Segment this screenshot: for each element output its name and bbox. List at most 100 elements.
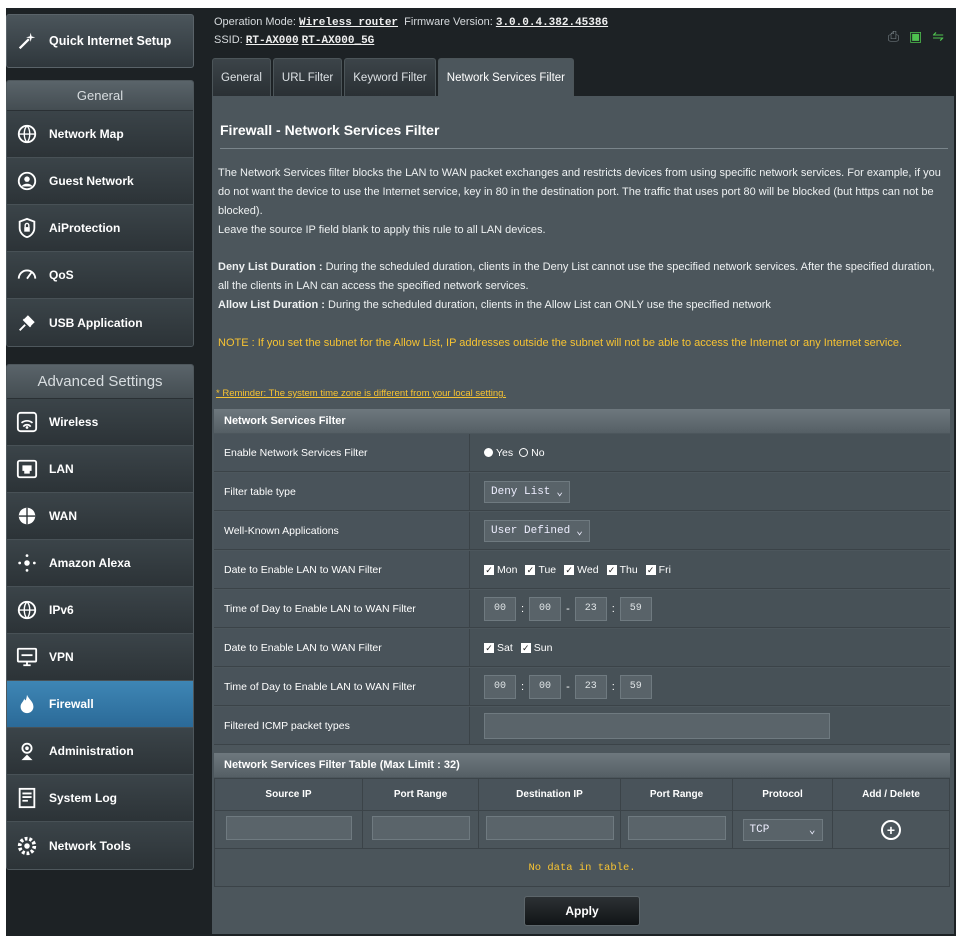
source-ip-input[interactable] xyxy=(225,816,352,840)
weekday-row: Date to Enable LAN to WAN Filter ✓ Mon ✓ T… xyxy=(214,551,950,589)
weekday-time-row: Time of Day to Enable LAN to WAN Filter … xyxy=(214,590,950,628)
sun-checkbox[interactable]: ✓ Sun xyxy=(520,642,552,654)
mon-checkbox[interactable]: ✓ Mon xyxy=(484,564,517,576)
firmware-version-link[interactable]: 3.0.0.4.382.45386 xyxy=(496,17,608,29)
no-label: No xyxy=(531,446,545,459)
destination-ip-input[interactable] xyxy=(485,816,614,840)
ssid-5g-link[interactable]: RT-AX000_5G xyxy=(302,35,375,47)
enable-filter-row: Enable Network Services Filter Yes No xyxy=(214,434,950,472)
well-known-apps-select[interactable]: User Defined ⌄ xyxy=(484,519,590,542)
apply-button[interactable]: Apply xyxy=(524,896,640,926)
sidebar-item-label: Amazon Alexa xyxy=(49,556,131,570)
sidebar-item-wireless[interactable]: Wireless xyxy=(7,399,193,446)
sidebar-item-administration[interactable]: Administration xyxy=(7,728,193,775)
tab-url-filter[interactable]: URL Filter xyxy=(272,58,343,96)
sidebar-item-label: LAN xyxy=(49,462,74,476)
weekend-start-minute-input[interactable]: 00 xyxy=(529,674,562,699)
page-title: Firewall - Network Services Filter xyxy=(220,122,440,138)
filter-type-label: Filter table type xyxy=(214,473,470,510)
sidebar-item-label: System Log xyxy=(49,791,118,805)
network-status-icon[interactable]: ▣ xyxy=(909,28,922,45)
sidebar-item-ipv6[interactable]: IPv6 xyxy=(7,587,193,634)
destination-port-range-input[interactable] xyxy=(627,816,726,840)
filter-table-header: Network Services Filter Table (Max Limit… xyxy=(214,753,950,777)
check-icon: ✓ xyxy=(525,564,536,575)
filter-type-select[interactable]: Deny List ⌄ xyxy=(484,480,571,503)
operation-mode-link[interactable]: Wireless router xyxy=(299,17,398,29)
tue-checkbox[interactable]: ✓ Tue xyxy=(525,564,556,576)
enable-no-radio[interactable]: No xyxy=(519,446,545,459)
tue-label: Tue xyxy=(538,563,557,576)
sidebar-item-usb-application[interactable]: USB Application xyxy=(7,299,193,346)
sidebar-item-lan[interactable]: LAN xyxy=(7,446,193,493)
fri-checkbox[interactable]: ✓ Fri xyxy=(645,564,671,576)
protocol-value: TCP xyxy=(749,823,770,836)
tab-keyword-filter[interactable]: Keyword Filter xyxy=(344,58,436,96)
sidebar-item-label: Network Tools xyxy=(49,838,131,853)
sidebar-item-system-log[interactable]: System Log xyxy=(7,775,193,822)
sidebar-item-vpn[interactable]: VPN xyxy=(7,634,193,681)
sidebar-item-label: Wireless xyxy=(49,415,99,429)
network-services-filter-header: Network Services Filter xyxy=(214,409,950,433)
well-known-apps-label: Well-Known Applications xyxy=(214,512,470,549)
source-port-range-input[interactable] xyxy=(371,816,470,840)
allow-list-label: Allow List Duration : xyxy=(218,299,325,311)
weekday-end-minute-input[interactable]: 59 xyxy=(619,596,652,621)
filter-type-value: Deny List xyxy=(491,485,551,498)
sidebar-item-label: QoS xyxy=(49,268,74,282)
gear-icon xyxy=(15,834,39,858)
icmp-types-input[interactable] xyxy=(484,712,830,739)
time-zone-reminder-link[interactable]: * Reminder: The system time zone is diff… xyxy=(216,388,506,399)
usb-status-icon[interactable]: ⇋ xyxy=(932,28,944,45)
ipv6-globe-icon xyxy=(15,598,39,622)
tab-general[interactable]: General xyxy=(212,58,271,96)
wed-label: Wed xyxy=(577,563,599,576)
sat-checkbox[interactable]: ✓ Sat xyxy=(484,642,513,654)
add-plus-icon[interactable]: + xyxy=(881,819,901,840)
weekend-row: Date to Enable LAN to WAN Filter ✓ Sat ✓ S… xyxy=(214,629,950,667)
allow-list-text: During the scheduled duration, clients i… xyxy=(328,299,771,311)
sidebar-item-network-tools[interactable]: Network Tools xyxy=(7,822,193,869)
check-icon: ✓ xyxy=(606,564,617,575)
protocol-select[interactable]: TCP ⌄ xyxy=(742,818,823,841)
tab-network-services-filter[interactable]: Network Services Filter xyxy=(437,58,574,96)
weekend-start-hour-input[interactable]: 00 xyxy=(484,674,516,699)
firewall-tabs: General URL Filter Keyword Filter Networ… xyxy=(212,58,574,96)
icmp-row: Filtered ICMP packet types xyxy=(214,707,950,745)
sidebar-item-firewall[interactable]: Firewall xyxy=(7,681,193,728)
sidebar-item-guest-network[interactable]: Guest Network xyxy=(7,158,193,205)
no-data-message: No data in table. xyxy=(214,848,950,887)
weekday-end-hour-input[interactable]: 23 xyxy=(574,596,607,621)
dash-separator: - xyxy=(566,680,570,693)
weekend-label: Date to Enable LAN to WAN Filter xyxy=(214,629,470,666)
colon-separator: : xyxy=(521,602,525,615)
sidebar-item-wan[interactable]: WAN xyxy=(7,493,193,540)
weekday-time-label: Time of Day to Enable LAN to WAN Filter xyxy=(214,590,470,627)
sidebar-item-amazon-alexa[interactable]: Amazon Alexa xyxy=(7,540,193,587)
ssid-label: SSID: xyxy=(214,34,243,46)
sidebar-item-aiprotection[interactable]: AiProtection xyxy=(7,205,193,252)
administration-icon xyxy=(15,739,39,763)
enable-yes-radio[interactable]: Yes xyxy=(484,447,513,459)
weekend-time-label: Time of Day to Enable LAN to WAN Filter xyxy=(214,668,470,705)
wed-checkbox[interactable]: ✓ Wed xyxy=(564,563,599,576)
title-divider xyxy=(220,148,948,149)
sidebar-item-label: VPN xyxy=(49,650,74,664)
weekend-end-hour-input[interactable]: 23 xyxy=(574,674,607,699)
ssid-2g-link[interactable]: RT-AX000 xyxy=(246,35,299,47)
weekday-start-minute-input[interactable]: 00 xyxy=(529,596,562,621)
printer-icon[interactable]: ⎙ xyxy=(888,28,899,45)
column-header: Port Range xyxy=(362,778,479,811)
thu-checkbox[interactable]: ✓ Thu xyxy=(606,564,638,576)
check-icon: ✓ xyxy=(520,642,531,653)
globe-icon xyxy=(15,122,39,146)
check-icon: ✓ xyxy=(484,564,494,575)
sidebar-item-qos[interactable]: QoS xyxy=(7,252,193,299)
weekday-start-hour-input[interactable]: 00 xyxy=(484,596,516,621)
sidebar-item-network-map[interactable]: Network Map xyxy=(7,111,193,158)
weekend-end-minute-input[interactable]: 59 xyxy=(619,674,652,699)
quick-internet-setup-button[interactable]: Quick Internet Setup xyxy=(6,14,194,68)
radio-selected-icon xyxy=(484,448,493,457)
sidebar-item-label: Administration xyxy=(49,744,134,758)
colon-separator: : xyxy=(611,602,615,615)
